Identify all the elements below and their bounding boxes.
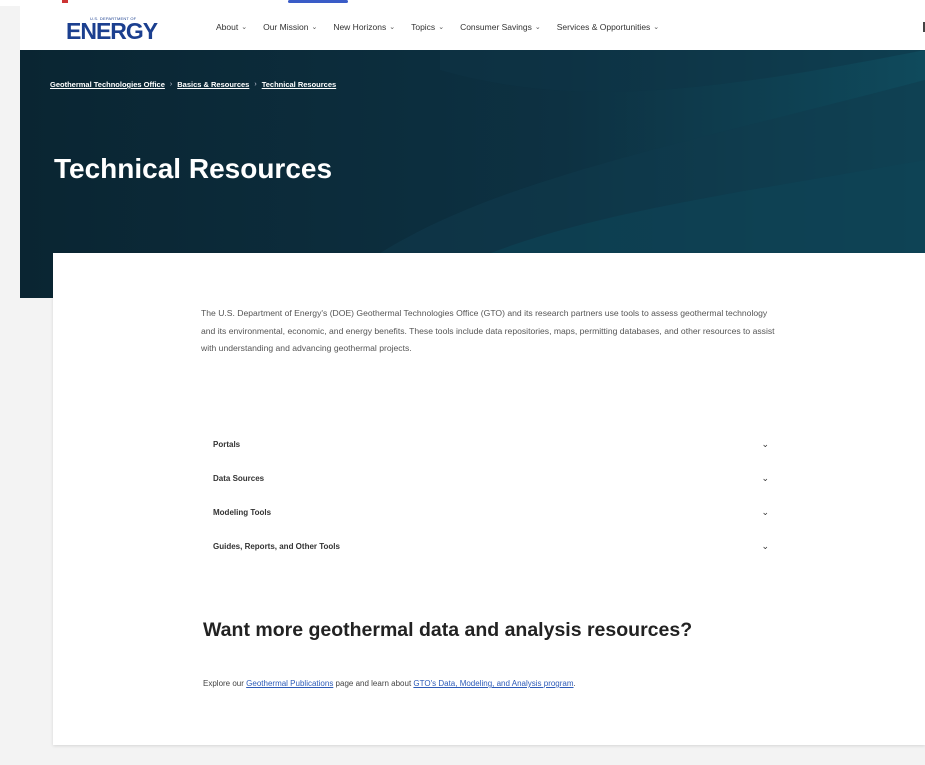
accordion-item-data-sources[interactable]: Data Sources ⌄ xyxy=(201,461,771,495)
breadcrumb-technical-resources[interactable]: Technical Resources xyxy=(262,80,336,89)
top-red-mark xyxy=(62,0,68,3)
gto-data-modeling-link[interactable]: GTO's Data, Modeling, and Analysis progr… xyxy=(413,679,573,688)
chevron-down-icon: ⌄ xyxy=(534,24,541,31)
accordion-label: Portals xyxy=(213,439,241,449)
chevron-down-icon: ⌄ xyxy=(761,540,769,551)
breadcrumb-geothermal-office[interactable]: Geothermal Technologies Office xyxy=(50,80,165,89)
chevron-down-icon: ⌄ xyxy=(389,24,396,31)
page-title: Technical Resources xyxy=(54,153,333,184)
nav-item-new-horizons[interactable]: New Horizons ⌄ xyxy=(333,22,395,32)
site-header: U.S. DEPARTMENT OF ENERGY About ⌄ Our Mis… xyxy=(20,6,925,51)
energy-logo[interactable]: U.S. DEPARTMENT OF ENERGY xyxy=(66,10,166,46)
nav-label: Our Mission xyxy=(263,22,309,32)
accordion-item-portals[interactable]: Portals ⌄ xyxy=(201,427,771,461)
intro-paragraph: The U.S. Department of Energy's (DOE) Ge… xyxy=(201,308,775,353)
chevron-down-icon: ⌄ xyxy=(241,24,248,31)
nav-item-about[interactable]: About ⌄ xyxy=(216,22,247,32)
accordion-label: Modeling Tools xyxy=(213,507,272,517)
chevron-down-icon: ⌄ xyxy=(653,24,660,31)
top-blue-mark xyxy=(288,0,348,3)
chevron-down-icon: ⌄ xyxy=(761,506,769,517)
accordion-label: Guides, Reports, and Other Tools xyxy=(213,541,340,551)
nav-label: Services & Opportunities xyxy=(556,22,651,32)
content-card: The U.S. Department of Energy's (DOE) Ge… xyxy=(53,253,925,745)
breadcrumb: Geothermal Technologies Office › Basics … xyxy=(50,80,336,89)
breadcrumb-separator: › xyxy=(254,81,257,88)
chevron-down-icon: ⌄ xyxy=(311,24,318,31)
logo-wordmark: ENERGY xyxy=(66,18,158,44)
resources-accordion: Portals ⌄ Data Sources ⌄ Modeling Tools … xyxy=(201,427,771,563)
nav-label: Consumer Savings xyxy=(460,22,532,32)
explore-text-before: Explore our xyxy=(203,679,244,688)
breadcrumb-separator: › xyxy=(169,81,173,88)
nav-item-services-opportunities[interactable]: Services & Opportunities ⌄ xyxy=(557,22,659,32)
nav-label: About xyxy=(216,22,239,32)
explore-paragraph: Explore our Geothermal Publications page… xyxy=(203,679,576,688)
nav-label: New Horizons xyxy=(333,22,387,32)
main-nav: About ⌄ Our Mission ⌄ New Horizons ⌄ Topics… xyxy=(216,22,675,32)
chevron-down-icon: ⌄ xyxy=(438,24,445,31)
accordion-item-guides-reports[interactable]: Guides, Reports, and Other Tools ⌄ xyxy=(201,529,771,563)
geothermal-publications-link[interactable]: Geothermal Publications xyxy=(246,679,333,688)
accordion-item-modeling-tools[interactable]: Modeling Tools ⌄ xyxy=(201,495,771,529)
explore-text-after: . xyxy=(573,679,576,688)
explore-text-middle: page and learn about xyxy=(335,679,412,688)
nav-item-consumer-savings[interactable]: Consumer Savings ⌄ xyxy=(460,22,541,32)
nav-label: Topics xyxy=(411,22,436,32)
nav-item-our-mission[interactable]: Our Mission ⌄ xyxy=(263,22,317,32)
chevron-down-icon: ⌄ xyxy=(761,472,769,483)
more-resources-heading: Want more geothermal data and analysis r… xyxy=(203,619,693,641)
accordion-label: Data Sources xyxy=(213,473,265,483)
nav-item-topics[interactable]: Topics ⌄ xyxy=(411,22,444,32)
breadcrumb-basics-resources[interactable]: Basics & Resources xyxy=(177,80,249,89)
chevron-down-icon: ⌄ xyxy=(761,438,769,449)
